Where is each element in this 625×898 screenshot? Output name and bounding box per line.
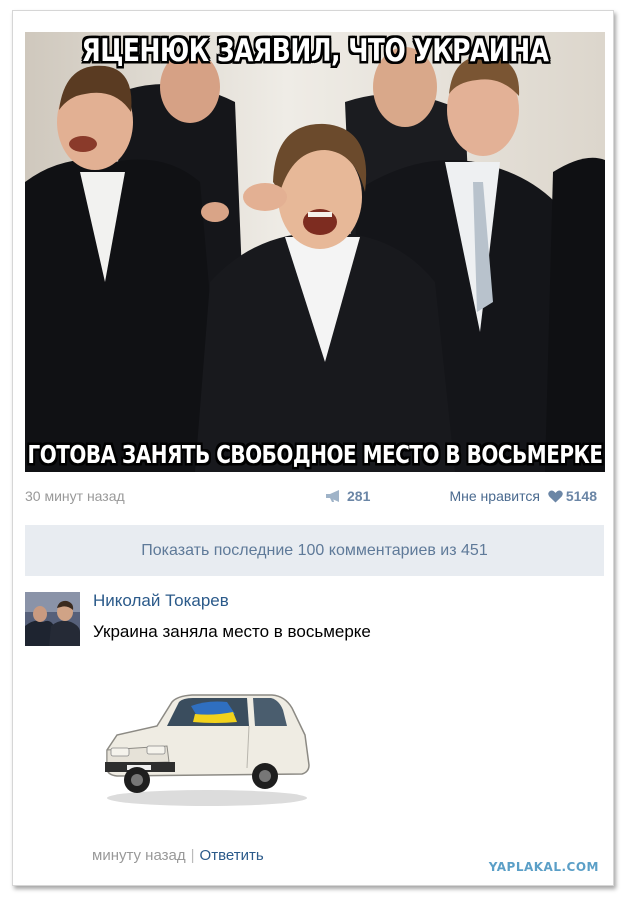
show-comments-button[interactable]: Показать последние 100 комментариев из 4… — [25, 525, 604, 576]
car-image[interactable] — [97, 680, 317, 810]
separator: | — [190, 847, 195, 864]
meme-bottom-caption: ГОТОВА ЗАНЯТЬ СВОБОДНОЕ МЕСТО В ВОСЬМЕРК… — [27, 439, 603, 469]
comment-author[interactable]: Николай Токарев — [93, 591, 229, 611]
repost-button[interactable]: 281 — [325, 488, 370, 504]
watermark-logo: YAPLAKAL.COM — [488, 860, 599, 874]
avatar[interactable] — [25, 592, 80, 646]
like-count: 5148 — [565, 488, 597, 504]
post-timestamp[interactable]: 30 минут назад — [25, 488, 125, 504]
post-photo[interactable]: ЯЦЕНЮК ЗАЯВИЛ, ЧТО УКРАИНА ГОТОВА ЗАНЯТЬ… — [25, 32, 605, 472]
avatar-image — [25, 592, 80, 646]
photo-illustration — [25, 32, 605, 472]
meme-top-caption: ЯЦЕНЮК ЗАЯВИЛ, ЧТО УКРАИНА — [81, 32, 549, 69]
megaphone-icon — [326, 490, 339, 502]
comment-text: Украина заняла место в восьмерке — [93, 622, 371, 641]
post-meta: 30 минут назад 281 Мне нравится 5148 — [25, 488, 597, 506]
reply-button[interactable]: Ответить — [200, 847, 264, 864]
like-button[interactable]: Мне нравится 5148 — [449, 488, 597, 504]
heart-icon — [548, 490, 563, 503]
repost-count: 281 — [347, 488, 371, 504]
comment-footer: минуту назад | Ответить — [92, 847, 264, 864]
like-label: Мне нравится — [449, 488, 540, 504]
comment-time[interactable]: минуту назад — [92, 847, 186, 864]
